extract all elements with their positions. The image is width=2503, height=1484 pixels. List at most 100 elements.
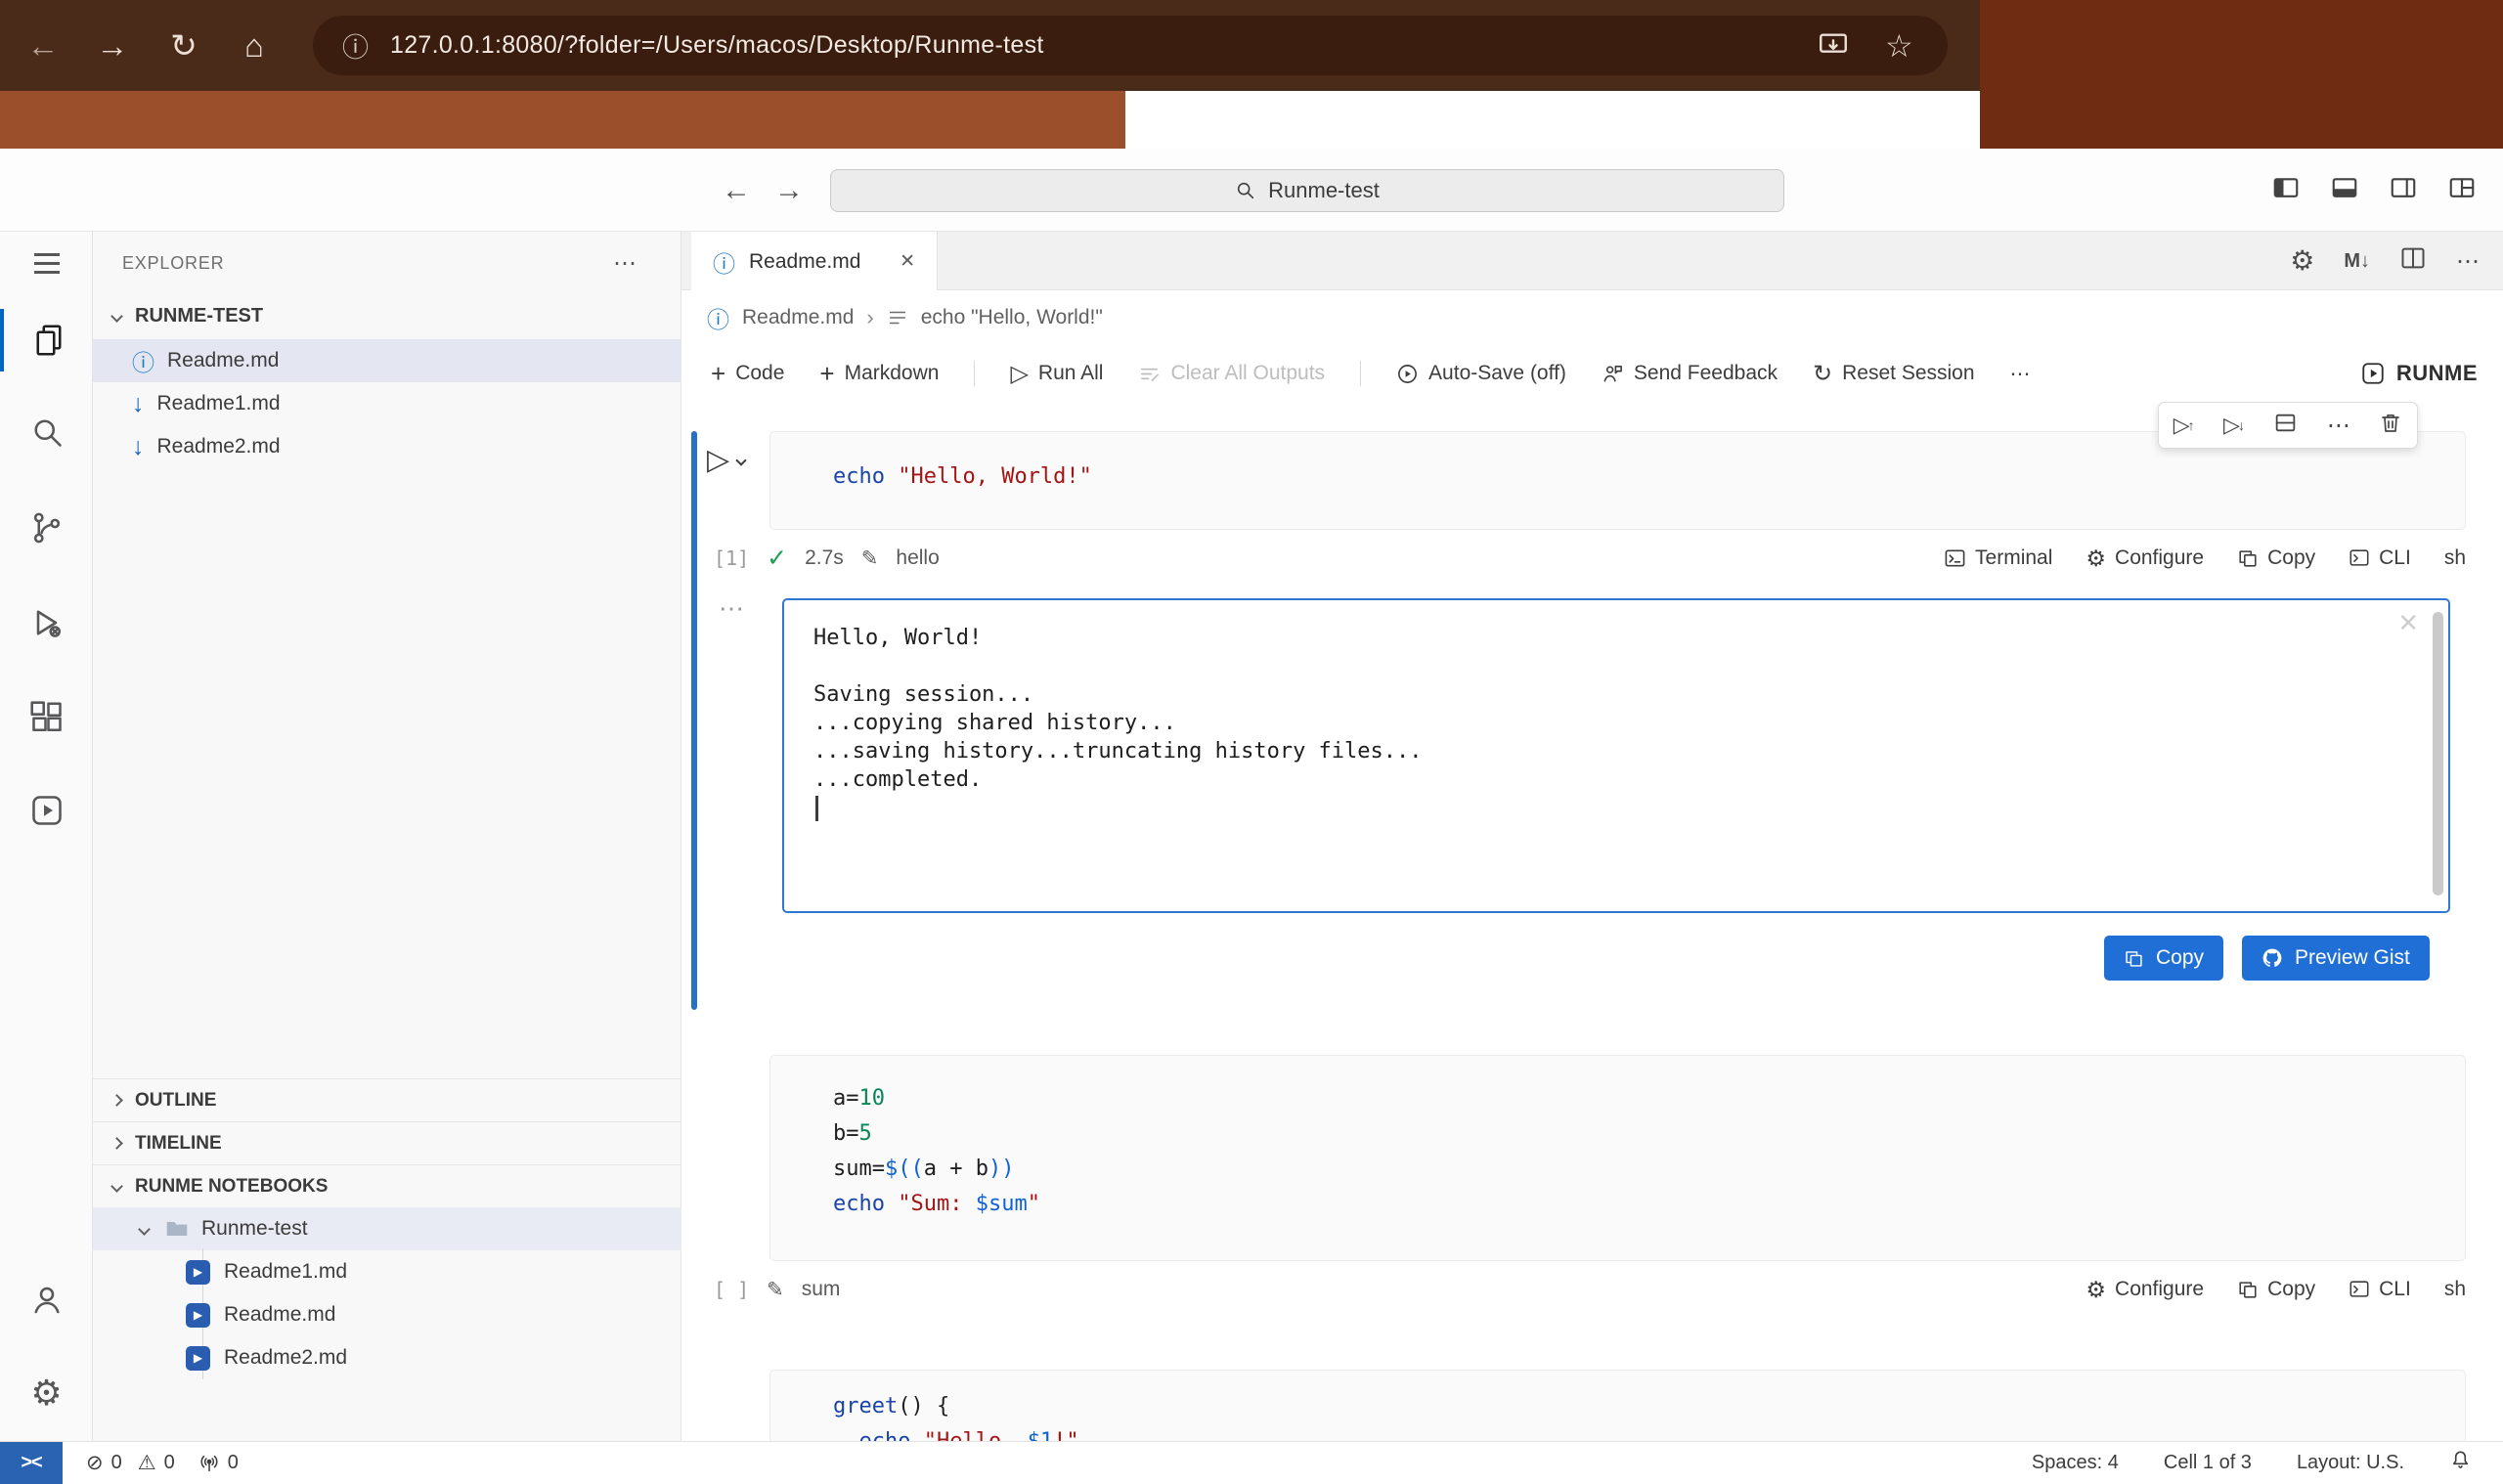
notebook-settings-gear-icon[interactable]: ⚙ bbox=[2290, 247, 2314, 275]
browser-reload-icon[interactable]: ↻ bbox=[154, 0, 213, 91]
section-runme-notebooks[interactable]: RUNME NOTEBOOKS bbox=[93, 1164, 681, 1207]
cell-more-icon[interactable]: ⋯ bbox=[2327, 412, 2350, 440]
error-icon: ⊘ bbox=[86, 1451, 104, 1475]
tree-root-runme-test[interactable]: RUNME-TEST bbox=[93, 294, 681, 337]
explorer-icon[interactable] bbox=[0, 309, 93, 371]
configure-button[interactable]: ⚙ Configure bbox=[2086, 1278, 2204, 1301]
cell-1-status-bar: [1] ✓ 2.7s ✎ hello Terminal ⚙ Configure … bbox=[714, 530, 2466, 587]
output-gutter-ellipsis-icon[interactable]: ⋯ bbox=[719, 593, 744, 624]
cell-name[interactable]: sum bbox=[802, 1278, 841, 1301]
tree-item-readme1-md[interactable]: ↓ Readme1.md bbox=[93, 382, 681, 425]
edit-name-pencil-icon[interactable]: ✎ bbox=[861, 546, 879, 571]
notifications-bell-icon[interactable] bbox=[2449, 1449, 2472, 1477]
clear-all-outputs-button[interactable]: Clear All Outputs bbox=[1138, 362, 1325, 385]
copy-cell-button[interactable]: Copy bbox=[2237, 1278, 2315, 1301]
reset-session-button[interactable]: ↻Reset Session bbox=[1813, 360, 1975, 388]
tab-readme-md[interactable]: ⓘ Readme.md ✕ bbox=[691, 232, 938, 291]
search-icon bbox=[1235, 180, 1256, 201]
configure-button[interactable]: ⚙ Configure bbox=[2086, 546, 2204, 570]
cli-button[interactable]: CLI bbox=[2349, 1278, 2411, 1301]
output-scrollbar[interactable] bbox=[2433, 612, 2443, 895]
browser-forward-icon[interactable]: → bbox=[83, 0, 142, 91]
site-info-icon[interactable]: ⓘ bbox=[342, 26, 369, 65]
cell-2-code[interactable]: a=10 b=5 sum=$((a + b)) echo "Sum: $sum" bbox=[769, 1055, 2466, 1261]
ports-indicator[interactable]: 0 bbox=[198, 1452, 239, 1474]
cell-position-indicator[interactable]: Cell 1 of 3 bbox=[2164, 1452, 2252, 1474]
split-cell-icon[interactable] bbox=[2273, 411, 2298, 440]
cell-name[interactable]: hello bbox=[896, 546, 939, 570]
preview-gist-button[interactable]: Preview Gist bbox=[2242, 936, 2430, 981]
tree-folder-runme-test[interactable]: Runme-test bbox=[93, 1207, 681, 1250]
runme-play-icon: ▶ bbox=[186, 1260, 210, 1285]
section-outline[interactable]: OUTLINE bbox=[93, 1078, 681, 1121]
copy-cell-button[interactable]: Copy bbox=[2237, 546, 2315, 570]
spaces-indicator[interactable]: Spaces: 4 bbox=[2032, 1452, 2119, 1474]
execute-below-icon[interactable]: ▷↓ bbox=[2223, 413, 2245, 438]
breadcrumb-file[interactable]: Readme.md bbox=[742, 306, 854, 329]
search-icon[interactable] bbox=[0, 401, 93, 463]
runme-brand-label: RUNME bbox=[2396, 361, 2478, 386]
toggle-panel-icon[interactable] bbox=[2329, 173, 2360, 207]
toggle-sidebar-icon[interactable] bbox=[2270, 173, 2302, 207]
source-control-icon[interactable] bbox=[0, 497, 93, 559]
remote-indicator[interactable]: >< bbox=[0, 1442, 63, 1484]
browser-address-bar[interactable]: ⓘ 127.0.0.1:8080/?folder=/Users/macos/De… bbox=[313, 16, 1948, 75]
success-check-icon: ✓ bbox=[767, 544, 787, 573]
menu-hamburger-icon[interactable] bbox=[0, 232, 93, 294]
runme-play-icon: ▶ bbox=[186, 1303, 210, 1328]
tree-item-readme2-md[interactable]: ↓ Readme2.md bbox=[93, 425, 681, 468]
history-forward-icon[interactable]: → bbox=[774, 149, 804, 232]
close-tab-icon[interactable]: ✕ bbox=[900, 250, 915, 273]
open-terminal-button[interactable]: Terminal bbox=[1944, 546, 2052, 570]
tree-item-readme-md[interactable]: ⓘ Readme.md bbox=[93, 339, 681, 382]
bookmark-star-icon[interactable]: ☆ bbox=[1885, 0, 1913, 91]
run-debug-icon[interactable] bbox=[0, 591, 93, 654]
clear-outputs-icon bbox=[1138, 363, 1161, 385]
add-markdown-button[interactable]: +Markdown bbox=[819, 359, 939, 389]
notebook-item-readme1[interactable]: ▶ Readme1.md bbox=[93, 1250, 681, 1293]
history-back-icon[interactable]: ← bbox=[722, 149, 751, 232]
command-center-search[interactable]: Runme-test bbox=[830, 169, 1784, 212]
run-cell-button[interactable]: ▷ bbox=[707, 443, 749, 477]
notebook-item-readme[interactable]: ▶ Readme.md bbox=[93, 1293, 681, 1336]
account-icon[interactable] bbox=[0, 1269, 93, 1331]
install-app-icon[interactable] bbox=[1817, 0, 1850, 91]
notebook-toolbar: +Code +Markdown ▷Run All Clear All Outpu… bbox=[681, 345, 2503, 402]
cell-3-code[interactable]: greet() { echo "Hello, $1!" bbox=[769, 1370, 2466, 1441]
execute-above-icon[interactable]: ▷↑ bbox=[2174, 413, 2195, 438]
section-timeline[interactable]: TIMELINE bbox=[93, 1121, 681, 1164]
notebook-item-readme2[interactable]: ▶ Readme2.md bbox=[93, 1336, 681, 1379]
markdown-preview-icon[interactable]: M↓ bbox=[2344, 250, 2370, 273]
extensions-icon[interactable] bbox=[0, 686, 93, 749]
split-editor-icon[interactable] bbox=[2399, 244, 2427, 279]
add-code-button[interactable]: +Code bbox=[711, 359, 784, 389]
close-output-icon[interactable]: ✕ bbox=[2397, 608, 2419, 638]
terminal-cursor bbox=[815, 796, 818, 821]
browser-back-icon[interactable]: ← bbox=[14, 0, 72, 91]
delete-cell-icon[interactable] bbox=[2379, 412, 2402, 440]
file-label: Readme1.md bbox=[157, 392, 281, 415]
problems-indicator[interactable]: ⊘ 0 ⚠ 0 bbox=[86, 1451, 175, 1475]
add-markdown-label: Markdown bbox=[845, 362, 940, 385]
customize-layout-icon[interactable] bbox=[2446, 173, 2478, 207]
toggle-secondary-sidebar-icon[interactable] bbox=[2388, 173, 2419, 207]
file-label: Readme2.md bbox=[157, 435, 281, 458]
auto-save-button[interactable]: Auto-Save (off) bbox=[1396, 362, 1566, 385]
editor-more-icon[interactable]: ⋯ bbox=[2456, 247, 2480, 276]
toolbar-more-icon[interactable]: ⋯ bbox=[2010, 362, 2031, 386]
cell-1-output[interactable]: Hello, World! Saving session... ...copyi… bbox=[782, 598, 2450, 913]
send-feedback-button[interactable]: Send Feedback bbox=[1602, 362, 1778, 385]
breadcrumb-cell[interactable]: echo "Hello, World!" bbox=[921, 306, 1103, 329]
browser-home-icon[interactable]: ⌂ bbox=[225, 0, 284, 91]
edit-name-pencil-icon[interactable]: ✎ bbox=[767, 1278, 784, 1302]
run-all-button[interactable]: ▷Run All bbox=[1010, 360, 1103, 388]
cli-button[interactable]: CLI bbox=[2349, 546, 2411, 570]
run-options-chevron-icon[interactable] bbox=[735, 455, 746, 465]
file-label: Readme2.md bbox=[224, 1346, 347, 1370]
explorer-more-icon[interactable]: ⋯ bbox=[613, 249, 637, 278]
settings-gear-icon[interactable]: ⚙ bbox=[0, 1362, 93, 1424]
layout-indicator[interactable]: Layout: U.S. bbox=[2297, 1452, 2404, 1474]
runme-notebook-icon[interactable] bbox=[0, 779, 93, 842]
file-label: Readme1.md bbox=[224, 1260, 347, 1284]
copy-output-button[interactable]: Copy bbox=[2104, 936, 2223, 981]
